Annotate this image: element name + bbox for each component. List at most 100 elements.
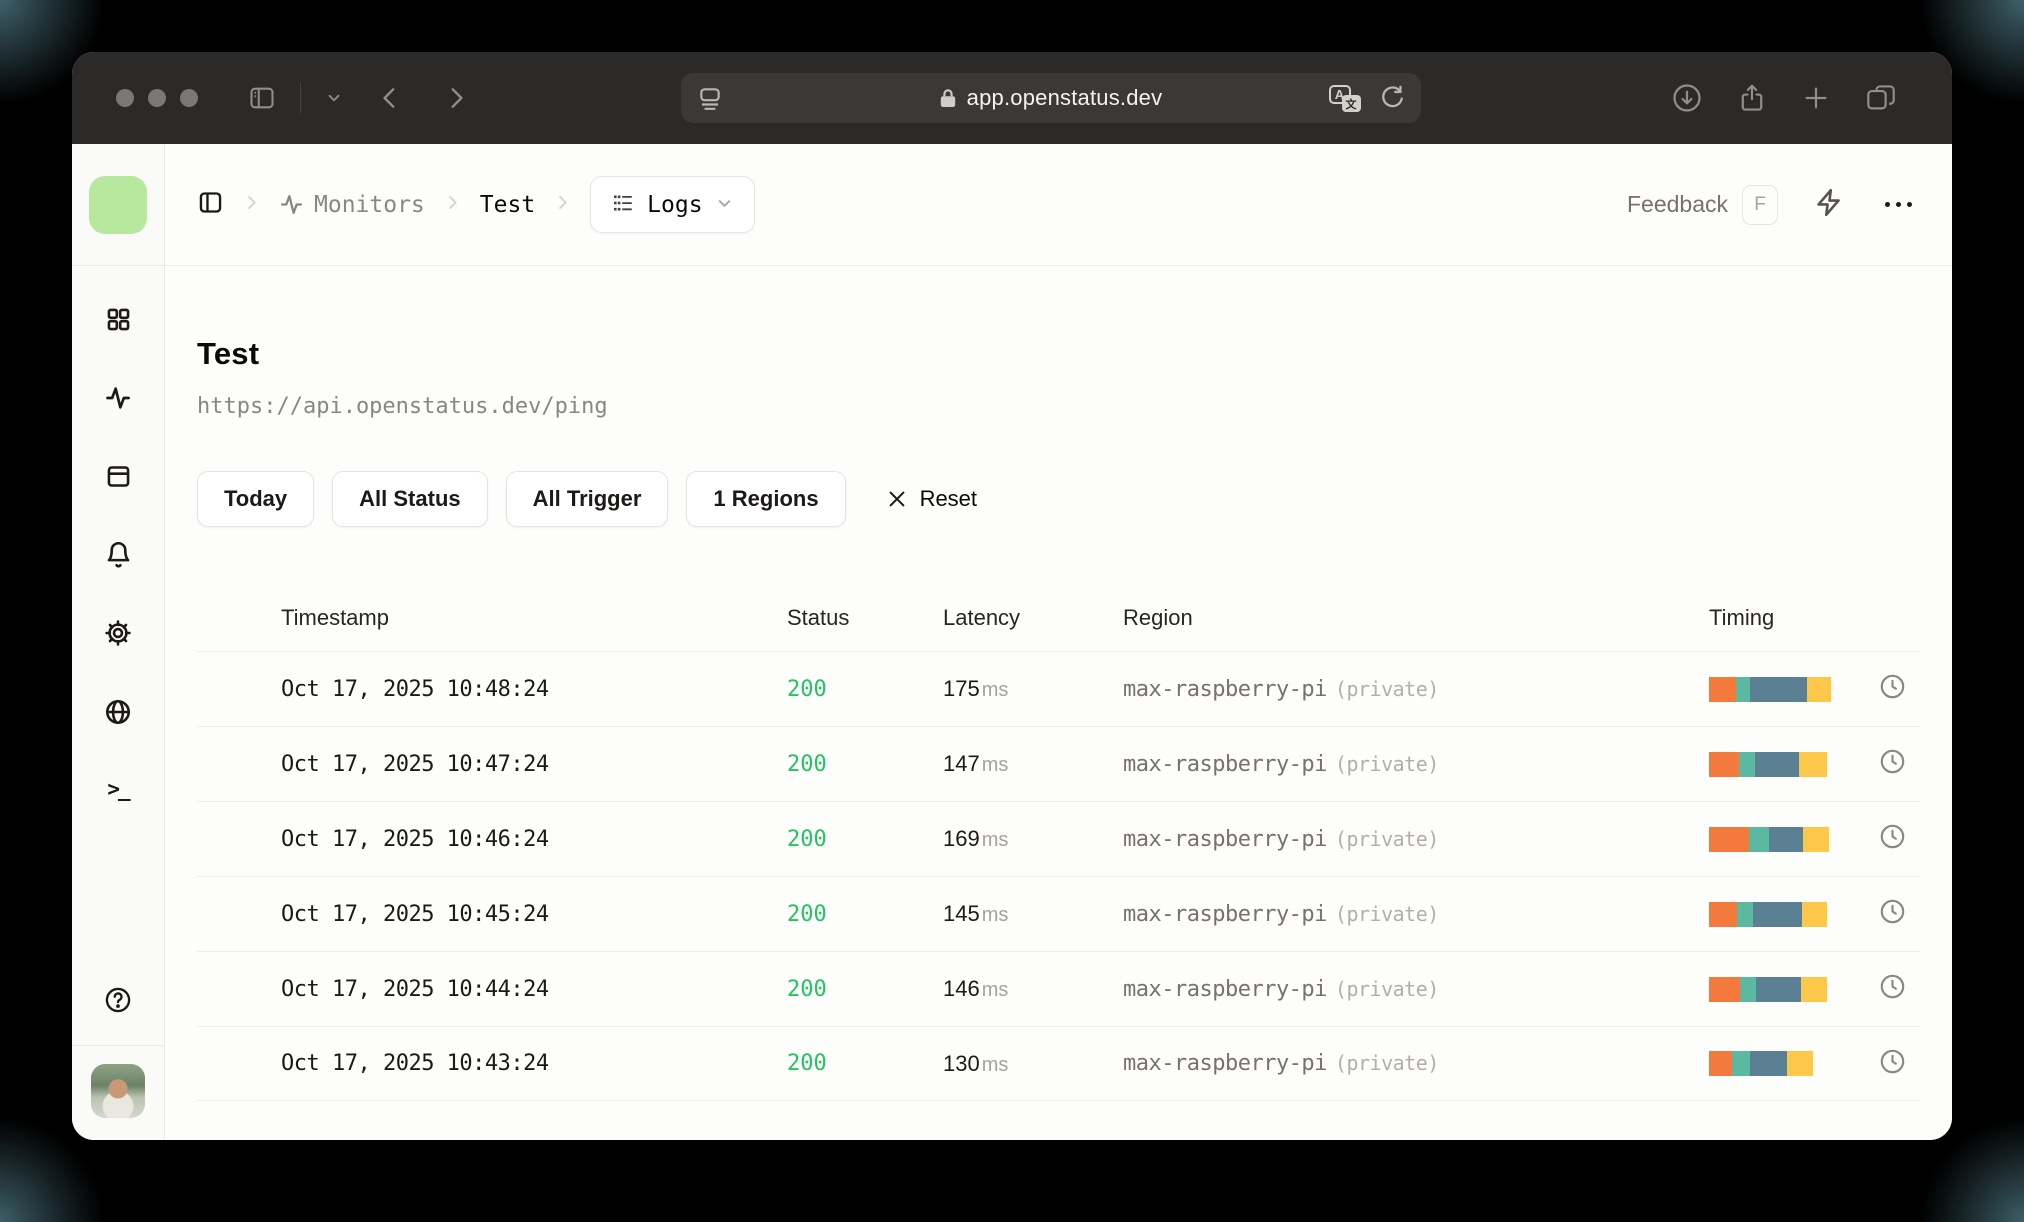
cli-terminal-icon[interactable]: >_ bbox=[107, 777, 130, 801]
clock-icon[interactable] bbox=[1879, 823, 1906, 855]
row-region-visibility: (private) bbox=[1334, 676, 1439, 701]
filter-status-button[interactable]: All Status bbox=[332, 471, 488, 527]
timing-bar bbox=[1709, 976, 1827, 1002]
timing-bar bbox=[1709, 676, 1831, 702]
chevron-right-icon bbox=[242, 193, 261, 217]
table-row[interactable]: Oct 17, 2025 10:43:24 200 130 ms max-rasp… bbox=[197, 1026, 1920, 1101]
row-latency-value: 169 bbox=[943, 826, 980, 851]
table-header-row: Timestamp Status Latency Region Timing bbox=[197, 585, 1920, 651]
app-sidebar: >_ bbox=[72, 144, 165, 1140]
row-region-visibility: (private) bbox=[1334, 751, 1439, 776]
timing-segment bbox=[1748, 826, 1769, 852]
monitors-activity-icon[interactable] bbox=[104, 384, 132, 417]
dashboard-grid-icon[interactable] bbox=[105, 306, 132, 338]
timing-segment bbox=[1798, 751, 1827, 777]
user-avatar[interactable] bbox=[91, 1064, 145, 1118]
timing-segment bbox=[1806, 676, 1831, 702]
minimize-window-button[interactable] bbox=[148, 89, 166, 107]
reload-icon[interactable] bbox=[1379, 85, 1405, 111]
timing-segment bbox=[1756, 976, 1802, 1002]
table-row[interactable]: Oct 17, 2025 10:44:24 200 146 ms max-rasp… bbox=[197, 951, 1920, 1026]
browser-window: app.openstatus.dev A文 >_ Monitors Test L… bbox=[72, 52, 1952, 1140]
clock-icon[interactable] bbox=[1879, 973, 1906, 1005]
table-row[interactable]: Oct 17, 2025 10:48:24 200 175 ms max-rasp… bbox=[197, 651, 1920, 726]
row-timestamp: Oct 17, 2025 10:47:24 bbox=[281, 751, 549, 777]
status-pages-icon[interactable] bbox=[105, 463, 132, 495]
timing-segment bbox=[1738, 751, 1756, 777]
row-region: max-raspberry-pi bbox=[1123, 751, 1327, 777]
page-settings-icon[interactable] bbox=[697, 85, 723, 111]
address-bar[interactable]: app.openstatus.dev A文 bbox=[680, 73, 1421, 123]
close-icon bbox=[889, 491, 904, 507]
timing-segment bbox=[1787, 1051, 1813, 1076]
filter-trigger-button[interactable]: All Trigger bbox=[505, 471, 669, 527]
sidebar-toggle-icon[interactable] bbox=[248, 84, 276, 112]
chevron-right-icon bbox=[553, 193, 572, 217]
reset-label: Reset bbox=[919, 486, 978, 511]
table-row[interactable]: Oct 17, 2025 10:47:24 200 147 ms max-rasp… bbox=[197, 726, 1920, 801]
clock-icon[interactable] bbox=[1879, 748, 1906, 780]
row-status: 200 bbox=[787, 676, 827, 702]
downloads-icon[interactable] bbox=[1672, 83, 1702, 113]
row-region: max-raspberry-pi bbox=[1123, 901, 1327, 927]
page-title: Test bbox=[197, 336, 260, 371]
regions-globe-icon[interactable] bbox=[104, 698, 132, 731]
view-switcher-button[interactable]: Logs bbox=[590, 176, 755, 233]
col-region[interactable]: Region bbox=[1123, 605, 1709, 631]
lock-icon bbox=[939, 88, 957, 108]
zoom-window-button[interactable] bbox=[180, 89, 198, 107]
clock-icon[interactable] bbox=[1879, 898, 1906, 930]
reset-filters-button[interactable]: Reset bbox=[886, 486, 977, 512]
col-timestamp[interactable]: Timestamp bbox=[281, 605, 787, 631]
timing-segment bbox=[1709, 901, 1738, 927]
close-window-button[interactable] bbox=[116, 89, 134, 107]
new-tab-icon[interactable] bbox=[1802, 84, 1830, 112]
row-timestamp: Oct 17, 2025 10:48:24 bbox=[281, 676, 549, 702]
browser-toolbar: app.openstatus.dev A文 bbox=[72, 52, 1952, 144]
timing-segment bbox=[1750, 676, 1807, 702]
notifications-bell-icon[interactable] bbox=[105, 541, 132, 573]
timing-segment bbox=[1749, 1051, 1787, 1076]
col-timing[interactable]: Timing bbox=[1709, 605, 1920, 631]
share-icon[interactable] bbox=[1738, 83, 1766, 113]
timing-segment bbox=[1709, 826, 1749, 852]
settings-gear-icon[interactable] bbox=[104, 619, 132, 652]
timing-segment bbox=[1709, 1051, 1732, 1076]
feedback-button[interactable]: Feedback F bbox=[1627, 184, 1778, 225]
breadcrumb-monitors[interactable]: Monitors bbox=[279, 192, 425, 218]
breadcrumb-monitor-name[interactable]: Test bbox=[480, 192, 535, 218]
row-status: 200 bbox=[787, 1051, 827, 1076]
chevron-down-icon[interactable] bbox=[325, 89, 343, 107]
clock-icon[interactable] bbox=[1879, 673, 1906, 705]
activity-icon bbox=[280, 195, 303, 214]
chevron-right-icon bbox=[443, 193, 462, 217]
row-latency-value: 130 bbox=[943, 1050, 980, 1076]
row-latency-unit: ms bbox=[981, 979, 1009, 1001]
col-latency[interactable]: Latency bbox=[943, 605, 1123, 631]
back-icon[interactable] bbox=[377, 85, 403, 111]
workspace-logo[interactable] bbox=[89, 175, 147, 234]
filter-date-button[interactable]: Today bbox=[197, 471, 315, 527]
row-timestamp: Oct 17, 2025 10:43:24 bbox=[281, 1051, 549, 1076]
timing-segment bbox=[1801, 976, 1827, 1002]
help-circle-icon[interactable] bbox=[104, 986, 132, 1019]
row-timestamp: Oct 17, 2025 10:45:24 bbox=[281, 901, 549, 927]
row-status: 200 bbox=[787, 826, 827, 852]
tab-overview-icon[interactable] bbox=[1866, 84, 1896, 112]
timing-segment bbox=[1731, 1051, 1750, 1076]
translate-icon[interactable]: A文 bbox=[1328, 84, 1361, 112]
timing-segment bbox=[1755, 751, 1799, 777]
row-region-visibility: (private) bbox=[1334, 826, 1439, 851]
timing-bar bbox=[1709, 901, 1827, 927]
table-row[interactable]: Oct 17, 2025 10:46:24 200 169 ms max-rasp… bbox=[197, 801, 1920, 876]
timing-segment bbox=[1752, 901, 1803, 927]
col-status[interactable]: Status bbox=[787, 605, 943, 631]
bolt-icon[interactable] bbox=[1814, 187, 1845, 223]
table-row[interactable]: Oct 17, 2025 10:45:24 200 145 ms max-rasp… bbox=[197, 876, 1920, 951]
ellipsis-menu-icon[interactable] bbox=[1885, 202, 1912, 207]
filter-regions-button[interactable]: 1 Regions bbox=[686, 471, 846, 527]
clock-icon[interactable] bbox=[1879, 1048, 1906, 1080]
forward-icon[interactable] bbox=[443, 85, 469, 111]
panel-toggle-icon[interactable] bbox=[197, 189, 224, 221]
timing-bar bbox=[1709, 826, 1829, 852]
